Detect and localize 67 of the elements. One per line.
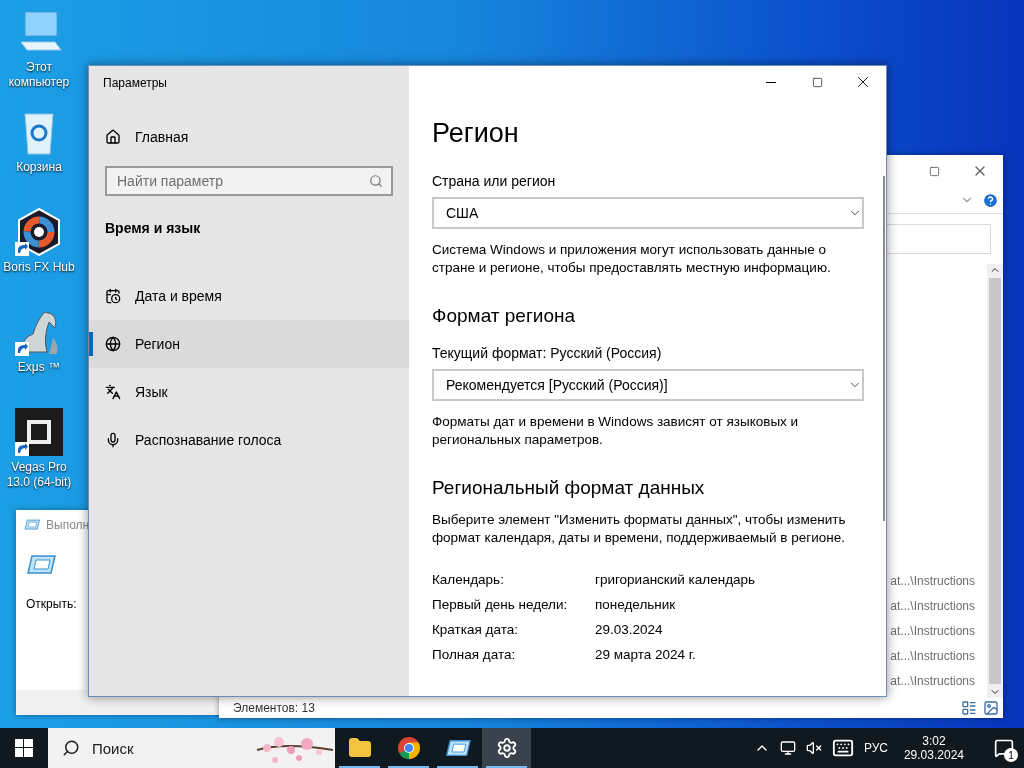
help-icon[interactable] [982,191,999,209]
format-value: 29 марта 2024 г. [595,646,697,664]
film-icon[interactable] [15,408,63,456]
clock[interactable]: 3:02 29.03.2024 [903,734,964,762]
folder-icon [347,736,372,760]
taskbar-app-button[interactable] [482,728,531,768]
format-label: Первый день недели: [432,596,569,614]
description-text: Система Windows и приложения могут использовать данные о стране и регионе, чтобы предоставлять местную информацию. [432,241,832,277]
run-icon [444,738,471,758]
format-value: 29.03.2024 [595,621,664,639]
nav-item[interactable]: Регион [89,320,409,368]
home-icon [105,129,121,145]
window-title: Параметры [102,75,168,92]
section-heading: Формат региона [432,305,577,327]
description-text: Выберите элемент "Изменить форматы данных", чтобы изменить формат календаря, даты и времени, поддерживаемый в регионе. [432,511,847,547]
file-path: at...\Instructions [890,573,975,590]
file-path: at...\Instructions [890,598,975,615]
windows-icon [15,739,33,757]
open-label: Открыть: [26,597,78,611]
description-text: Форматы дат и времени в Windows зависят от языковых и региональных параметров. [432,413,800,449]
format-label: Краткая дата: [432,621,519,639]
format-value: понедельник [595,596,677,614]
search-icon [62,739,80,757]
thumbnail-view-icon[interactable] [983,700,999,716]
section-heading: Региональный формат данных [432,477,706,499]
file-path: at...\Instructions [890,673,975,690]
format-label: Полная дата: [432,646,517,664]
search-field[interactable]: Найти параметр [105,166,393,196]
field-label: Текущий формат: Русский (Россия) [432,345,663,361]
keyboard-icon[interactable] [831,737,854,759]
minimize-icon [766,81,776,83]
format-label: Календарь: [432,571,505,589]
notification-button[interactable]: 1 [984,728,1024,768]
country-dropdown[interactable]: США [432,197,864,229]
page-title: Регион [432,118,520,149]
dialog-title: Выполн [46,518,90,532]
format-dropdown[interactable]: Рекомендуется [Русский (Россия)] [432,369,864,401]
settings-icon [495,737,518,759]
field-label: Страна или регион [432,173,557,189]
nav-item[interactable]: Язык [89,368,409,416]
scrollbar[interactable] [883,176,885,521]
network-icon[interactable] [779,740,796,756]
taskbar-search-field[interactable]: Поиск [48,728,335,768]
language-indicator[interactable]: РУС [863,741,888,755]
language-icon [105,384,121,400]
volume-muted-icon[interactable] [805,740,822,756]
scrollbar[interactable] [987,264,1003,698]
chrome-icon [396,736,421,760]
format-value: григорианский календарь [595,571,757,589]
section-title: Время и язык [104,219,202,238]
notification-icon [994,738,1014,758]
item-count: Элементов: 13 [233,701,315,715]
nav-item[interactable]: Распознавание голоса [89,416,409,464]
file-path: at...\Instructions [890,623,975,640]
nav-item[interactable]: Дата и время [89,272,409,320]
hexagon-icon[interactable] [15,208,63,256]
microphone-icon [105,432,121,448]
run-icon [26,554,56,575]
home-link[interactable]: Главная [89,114,409,160]
globe-icon [105,336,121,352]
calendar-icon [105,288,121,304]
file-path: at...\Instructions [890,648,975,665]
search-icon [369,174,383,188]
details-view-icon[interactable] [961,700,977,716]
maximize-icon [928,165,940,177]
run-icon [24,519,40,531]
maximize-icon [811,76,823,88]
